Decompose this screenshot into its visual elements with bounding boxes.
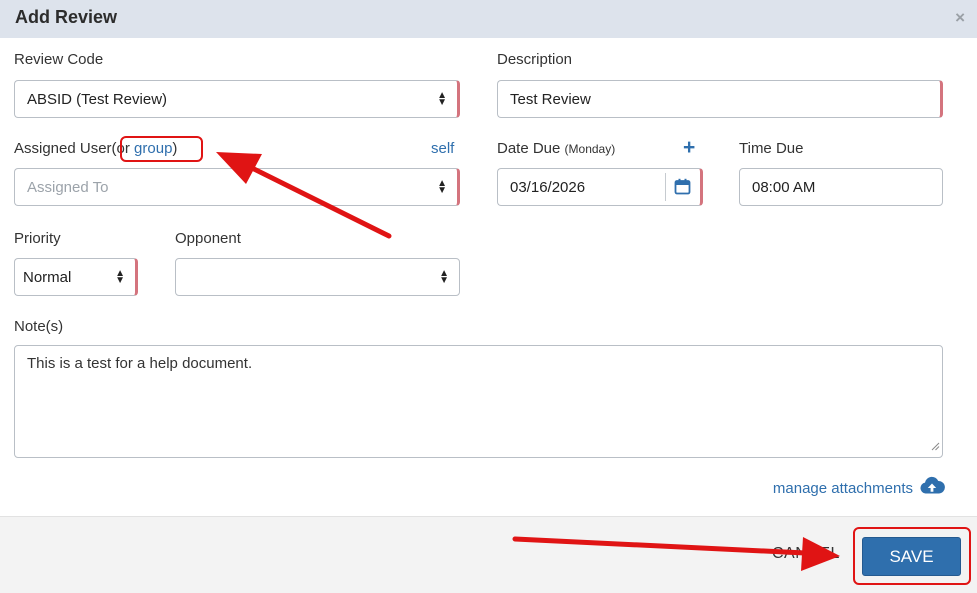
assigned-user-select[interactable]: Assigned To ▲ ▼ xyxy=(14,168,460,206)
date-due-label-row: Date Due (Monday) xyxy=(497,140,615,157)
priority-value: Normal xyxy=(23,268,72,286)
cancel-button[interactable]: CANCEL xyxy=(772,545,840,563)
spinner-arrows-icon: ▲ ▼ xyxy=(437,90,447,108)
description-value: Test Review xyxy=(510,90,591,108)
manage-attachments-link[interactable]: manage attachments xyxy=(773,480,913,497)
group-link-highlight xyxy=(120,136,203,162)
opponent-label: Opponent xyxy=(175,230,241,247)
date-separator xyxy=(665,173,666,201)
time-due-input[interactable]: 08:00 AM xyxy=(739,168,943,206)
date-due-label: Date Due xyxy=(497,140,561,157)
assigned-user-label: Assigned User xyxy=(14,140,112,157)
notes-textarea[interactable]: This is a test for a help document. xyxy=(14,345,943,458)
opponent-select[interactable]: ▲ ▼ xyxy=(175,258,460,296)
plus-icon[interactable]: + xyxy=(683,136,695,160)
cloud-upload-icon[interactable] xyxy=(919,476,945,500)
resize-grip-icon[interactable] xyxy=(930,438,940,455)
date-due-weekday: (Monday) xyxy=(564,142,616,156)
time-due-value: 08:00 AM xyxy=(752,178,816,196)
review-code-label: Review Code xyxy=(14,51,104,68)
date-due-input[interactable]: 03/16/2026 xyxy=(497,168,703,206)
notes-value: This is a test for a help document. xyxy=(27,355,253,372)
close-icon[interactable]: × xyxy=(955,8,965,28)
date-due-value: 03/16/2026 xyxy=(510,178,586,196)
self-link[interactable]: self xyxy=(431,140,454,157)
priority-select[interactable]: Normal ▲ ▼ xyxy=(14,258,138,296)
description-input[interactable]: Test Review xyxy=(497,80,943,118)
time-due-label: Time Due xyxy=(739,140,804,157)
description-label: Description xyxy=(497,51,573,68)
notes-label: Note(s) xyxy=(14,318,64,335)
spinner-arrows-icon: ▲ ▼ xyxy=(115,268,125,286)
dialog-header: Add Review × xyxy=(0,0,977,38)
review-code-select[interactable]: ABSID (Test Review) ▲ ▼ xyxy=(14,80,460,118)
priority-label: Priority xyxy=(14,230,61,247)
dialog-title: Add Review xyxy=(15,7,118,27)
assigned-user-placeholder: Assigned To xyxy=(27,178,109,196)
save-button-highlight xyxy=(853,527,971,585)
spinner-arrows-icon: ▲ ▼ xyxy=(437,178,447,196)
manage-attachments[interactable]: manage attachments xyxy=(773,476,945,500)
spinner-arrows-icon: ▲ ▼ xyxy=(439,268,449,286)
calendar-icon[interactable] xyxy=(674,178,691,199)
review-code-value: ABSID (Test Review) xyxy=(27,90,168,108)
